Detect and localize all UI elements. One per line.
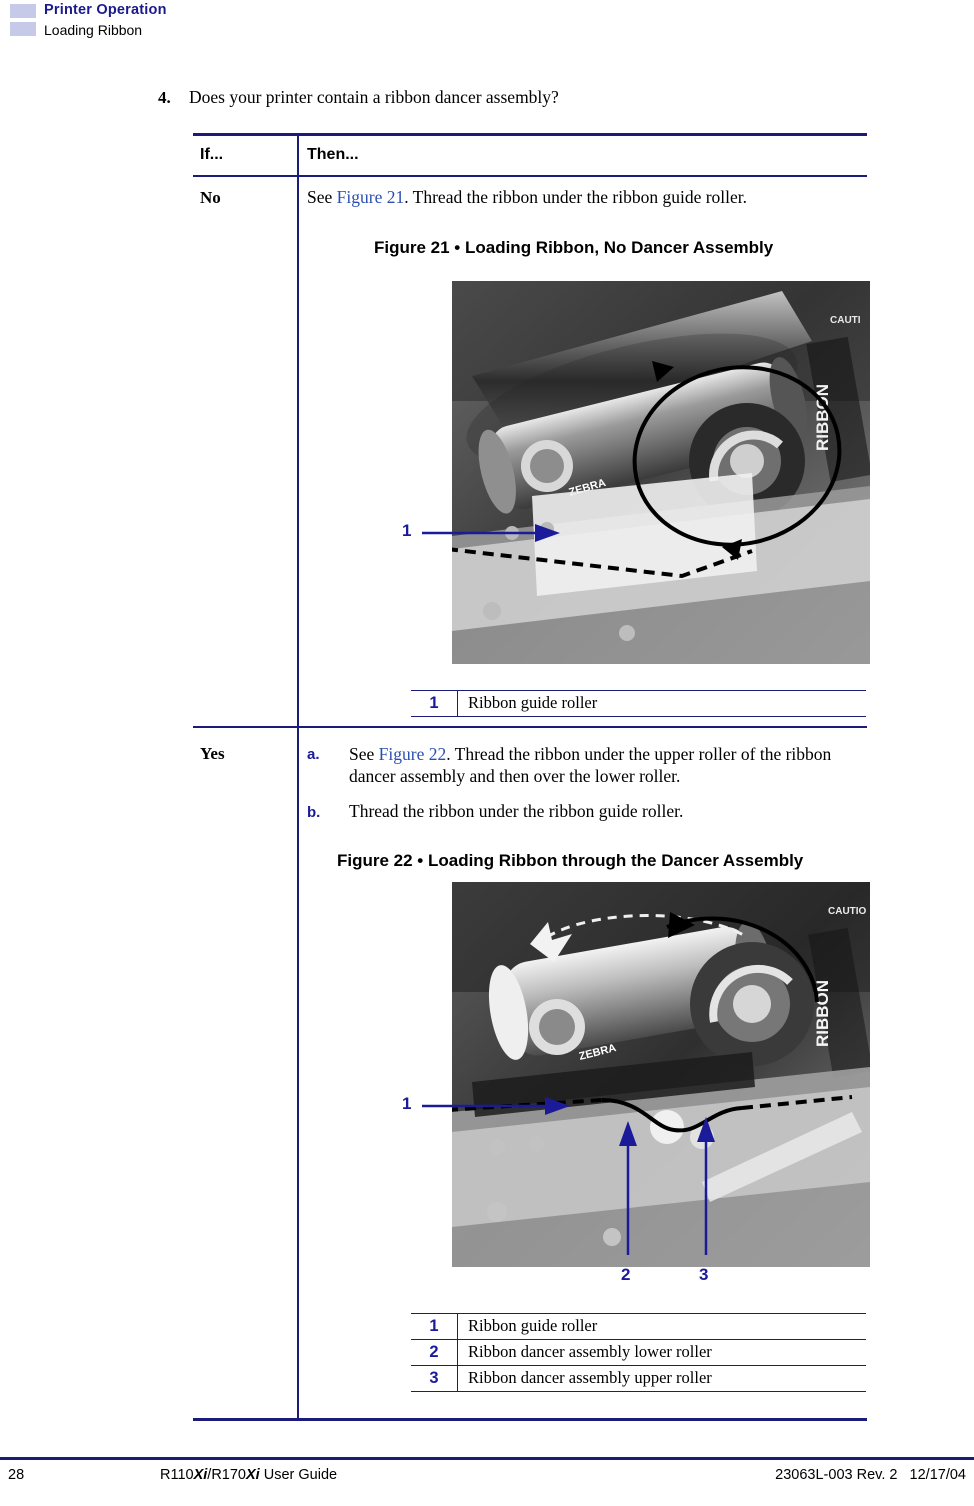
figure-22-title: Figure 22 • Loading Ribbon through the D…	[337, 851, 804, 870]
footer-guide-xi2: Xi	[246, 1467, 260, 1483]
table-rule-middle	[193, 726, 867, 728]
row-no-text: See Figure 21. Thread the ribbon under t…	[307, 187, 862, 209]
row-label-yes: Yes	[200, 744, 225, 763]
figure-21-legend: 1 Ribbon guide roller	[411, 690, 866, 717]
legend-row: 1 Ribbon guide roller	[411, 1313, 866, 1340]
figure-22-graphic: ZEBRA RIBBON CAUTIO	[452, 882, 870, 1267]
table-header-then: Then...	[307, 146, 359, 163]
figure-21-graphic: ZEBRA RIBBON CAUTI	[452, 281, 870, 664]
figure-21-image: ZEBRA RIBBON CAUTI	[452, 281, 870, 664]
header-subtitle: Loading Ribbon	[44, 22, 143, 38]
figure-22-callout-2: 2	[621, 1265, 631, 1284]
page: Printer Operation Loading Ribbon 4. Does…	[0, 0, 974, 1506]
footer-doc-info: 23063L-003 Rev. 2 12/17/04	[775, 1467, 966, 1483]
table-rule-header	[193, 175, 867, 177]
figure-22-xref[interactable]: Figure 22	[379, 744, 447, 764]
photo-22-text-caution: CAUTIO	[828, 906, 867, 917]
header-marker-top	[10, 4, 36, 18]
legend-description: Ribbon guide roller	[468, 693, 598, 712]
footer-date: 12/17/04	[909, 1467, 966, 1483]
legend-number: 2	[411, 1339, 458, 1366]
substep-a-text: See Figure 22. Thread the ribbon under t…	[349, 744, 869, 788]
legend-description: Ribbon guide roller	[468, 1316, 598, 1335]
footer-docnum: 23063L-003 Rev. 2	[775, 1467, 898, 1483]
figure-21-title: Figure 21 • Loading Ribbon, No Dancer As…	[374, 238, 774, 257]
table-rule-top	[193, 133, 867, 136]
figure-22-legend: 1 Ribbon guide roller 2 Ribbon dancer as…	[411, 1313, 866, 1392]
page-header: Printer Operation Loading Ribbon	[0, 0, 974, 52]
figure-22-callout-3: 3	[699, 1265, 709, 1284]
legend-description: Ribbon dancer assembly lower roller	[468, 1342, 712, 1361]
footer-guide-post: User Guide	[259, 1467, 338, 1483]
footer-guide-title: R110Xi/R170Xi User Guide	[160, 1467, 337, 1483]
legend-row: 2 Ribbon dancer assembly lower roller	[411, 1339, 866, 1366]
substep-b-suffix: Thread the ribbon under the ribbon guide…	[349, 801, 684, 821]
row-no-text-prefix: See	[307, 187, 337, 207]
substep-a-marker: a.	[307, 746, 320, 763]
legend-number: 1	[411, 1313, 458, 1340]
figure-22-callout-1: 1	[402, 1094, 412, 1113]
footer-rule	[0, 1457, 974, 1460]
footer-guide-xi1: Xi	[193, 1467, 208, 1483]
figure-21-callout-1: 1	[402, 521, 412, 540]
footer-page-number: 28	[8, 1467, 25, 1483]
substep-b-marker: b.	[307, 804, 321, 821]
table-header-if: If...	[200, 146, 224, 163]
figure-21-xref[interactable]: Figure 21	[337, 187, 405, 207]
figure-22-image: ZEBRA RIBBON CAUTIO	[452, 882, 870, 1267]
substep-b-text: Thread the ribbon under the ribbon guide…	[349, 801, 869, 823]
header-title: Printer Operation	[44, 2, 167, 18]
row-no-text-suffix: . Thread the ribbon under the ribbon gui…	[404, 187, 748, 207]
step-number: 4.	[158, 88, 171, 107]
step-text: Does your printer contain a ribbon dance…	[189, 87, 559, 107]
table-rule-bottom	[193, 1418, 867, 1421]
legend-row: 3 Ribbon dancer assembly upper roller	[411, 1365, 866, 1392]
photo-21-text-caution: CAUTI	[830, 315, 861, 326]
legend-row: 1 Ribbon guide roller	[411, 690, 866, 717]
legend-number: 3	[411, 1365, 458, 1392]
table-column-divider	[297, 133, 299, 1421]
substep-a-prefix: See	[349, 744, 379, 764]
footer-guide-mid: /R170	[207, 1467, 246, 1483]
footer-guide-pre: R110	[160, 1467, 194, 1483]
legend-description: Ribbon dancer assembly upper roller	[468, 1368, 712, 1387]
row-label-no: No	[200, 188, 221, 207]
legend-number: 1	[411, 690, 458, 717]
header-marker-bottom	[10, 22, 36, 36]
